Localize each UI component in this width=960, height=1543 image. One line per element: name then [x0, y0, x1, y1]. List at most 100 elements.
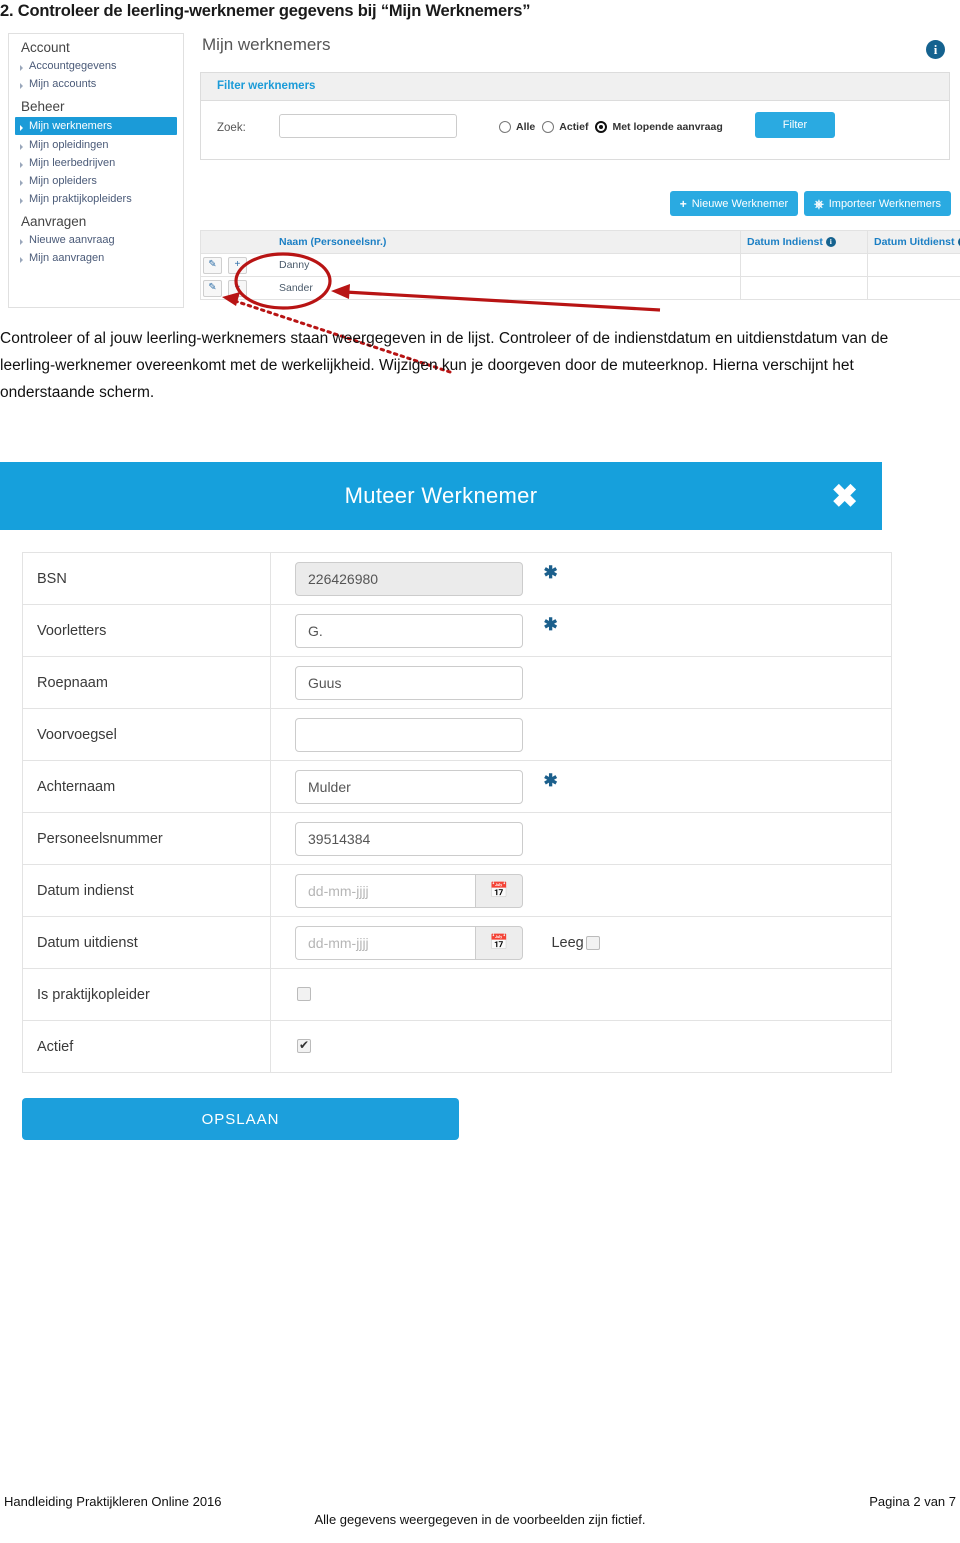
calendar-icon[interactable]: 📅	[475, 873, 523, 908]
leeg-checkbox[interactable]	[585, 935, 600, 950]
instruction-paragraph: Controleer of al jouw leerling-werknemer…	[0, 330, 889, 401]
close-icon[interactable]: ✖	[831, 480, 858, 512]
sidebar-item-mijn-werknemers[interactable]: Mijn werknemers	[15, 117, 177, 135]
cell-datum-indienst	[740, 276, 868, 300]
employee-form: BSN ✱ Voorletters ✱ Roepnaam	[22, 552, 892, 1073]
sidebar-item-mijn-opleidingen[interactable]: Mijn opleidingen	[9, 136, 183, 154]
value-actief	[270, 1020, 892, 1073]
cell-naam: Sander	[273, 276, 741, 300]
import-icon: ⎈	[814, 196, 824, 211]
sidebar-group-title-account: Account	[21, 40, 70, 55]
sidebar-group-title-aanvragen: Aanvragen	[21, 214, 87, 229]
value-bsn: ✱	[270, 552, 892, 605]
label-datum-uitdienst: Datum uitdienst	[22, 916, 271, 969]
radio-alle[interactable]	[499, 121, 511, 133]
th-datum-indienst[interactable]: Datum Indienst i	[740, 230, 868, 254]
filter-radio-group: Alle Actief Met lopende aanvraag	[495, 121, 723, 133]
label-roepnaam: Roepnaam	[22, 656, 271, 709]
footer-left-text: Handleiding Praktijkleren Online 2016	[4, 1494, 222, 1509]
cell-naam: Danny	[273, 253, 741, 277]
label-is-praktijkopleider: Is praktijkopleider	[22, 968, 271, 1021]
th-naam[interactable]: Naam (Personeelsnr.)	[273, 230, 741, 254]
plus-icon[interactable]: +	[227, 256, 247, 274]
pencil-icon[interactable]: ✎	[203, 279, 222, 297]
th-datum-uitdienst[interactable]: Datum Uitdiensti	[867, 230, 960, 254]
main-content: Mijn werknemers i Filter werknemers Zoek…	[196, 33, 960, 308]
plus-icon[interactable]: +	[227, 279, 247, 297]
voorvoegsel-field[interactable]	[295, 717, 523, 752]
value-personeelsnummer	[270, 812, 892, 865]
achternaam-field[interactable]	[295, 769, 523, 804]
modal-title: Muteer Werknemer	[344, 483, 538, 508]
cell-datum-uitdienst	[867, 276, 960, 300]
sidebar-item-mijn-aanvragen[interactable]: Mijn aanvragen	[9, 249, 183, 267]
search-input[interactable]	[279, 114, 457, 138]
employees-table: Naam (Personeelsnr.) Datum Indienst i Dat…	[200, 230, 960, 300]
filter-button[interactable]: Filter	[755, 112, 835, 138]
footer-center-text: Alle gegevens weergegeven in de voorbeel…	[314, 1512, 646, 1527]
bsn-field[interactable]	[295, 561, 523, 596]
form-row-roepnaam: Roepnaam	[22, 656, 892, 709]
datum-uitdienst-field[interactable]	[295, 925, 475, 960]
sidebar-item-accountgegevens[interactable]: Accountgegevens	[9, 57, 183, 75]
label-datum-indienst: Datum indienst	[22, 864, 271, 917]
form-row-voorletters: Voorletters ✱	[22, 604, 892, 657]
info-icon-datum-indienst[interactable]: i	[825, 237, 836, 247]
sidebar-item-mijn-praktijkopleiders[interactable]: Mijn praktijkopleiders	[9, 190, 183, 208]
sidebar-item-mijn-opleiders[interactable]: Mijn opleiders	[9, 172, 183, 190]
new-employee-button[interactable]: + Nieuwe Werknemer	[669, 191, 799, 216]
screenshot-mijn-werknemers: Account Accountgegevens Mijn accounts Be…	[0, 33, 960, 309]
value-datum-uitdienst: 📅 Leeg	[270, 916, 892, 969]
cell-datum-indienst	[740, 253, 868, 277]
actief-checkbox[interactable]	[297, 1038, 311, 1054]
filter-panel-title: Filter werknemers	[201, 73, 949, 101]
table-row: ✎ + Sander	[200, 276, 960, 300]
info-icon[interactable]: i	[926, 40, 945, 59]
leeg-group: Leeg	[551, 934, 600, 951]
personeelsnummer-field[interactable]	[295, 821, 523, 856]
sidebar-item-mijn-leerbedrijven[interactable]: Mijn leerbedrijven	[9, 154, 183, 172]
save-button[interactable]: OPSLAAN	[22, 1098, 459, 1140]
label-bsn: BSN	[22, 552, 271, 605]
radio-actief-label: Actief	[559, 121, 589, 133]
new-employee-label: Nieuwe Werknemer	[691, 197, 789, 210]
value-voorvoegsel	[270, 708, 892, 761]
sidebar-item-nieuwe-aanvraag[interactable]: Nieuwe aanvraag	[9, 231, 183, 249]
th-actions	[200, 230, 273, 254]
voorletters-field[interactable]	[295, 613, 523, 648]
pencil-icon[interactable]: ✎	[203, 256, 222, 274]
radio-met-lopende-aanvraag[interactable]	[595, 121, 608, 133]
form-row-is-praktijkopleider: Is praktijkopleider	[22, 968, 892, 1021]
page-title: 2. Controleer de leerling-werknemer gege…	[0, 2, 531, 20]
is-praktijkopleider-checkbox[interactable]	[297, 987, 311, 1002]
form-row-actief: Actief	[22, 1020, 892, 1073]
radio-met-lopende-aanvraag-label: Met lopende aanvraag	[612, 121, 723, 133]
datum-indienst-field[interactable]	[295, 873, 475, 908]
required-asterisk-icon: ✱	[543, 562, 558, 582]
value-datum-indienst: 📅	[270, 864, 892, 917]
value-roepnaam	[270, 656, 892, 709]
required-asterisk-icon: ✱	[543, 770, 558, 790]
sidebar: Account Accountgegevens Mijn accounts Be…	[8, 33, 184, 308]
footer-right-text: Pagina 2 van 7	[869, 1494, 956, 1509]
row-actions: ✎ +	[200, 276, 273, 300]
sidebar-group-title-beheer: Beheer	[21, 99, 65, 114]
sidebar-item-mijn-accounts[interactable]: Mijn accounts	[9, 75, 183, 93]
calendar-icon[interactable]: 📅	[475, 925, 523, 960]
value-achternaam: ✱	[270, 760, 892, 813]
radio-actief[interactable]	[542, 121, 555, 133]
label-voorvoegsel: Voorvoegsel	[22, 708, 271, 761]
filter-panel-body: Zoek: Alle Actief Met lopende aanvraag F…	[201, 101, 949, 160]
roepnaam-field[interactable]	[295, 665, 523, 700]
import-employees-button[interactable]: ⎈ Importeer Werknemers	[804, 191, 951, 216]
leeg-label: Leeg	[551, 934, 584, 951]
label-personeelsnummer: Personeelsnummer	[22, 812, 271, 865]
required-asterisk-icon: ✱	[543, 614, 558, 634]
th-datum-uitdienst-label: Datum Uitdienst	[874, 236, 955, 248]
label-voorletters: Voorletters	[22, 604, 271, 657]
modal-header: Muteer Werknemer ✖	[0, 462, 882, 530]
form-row-personeelsnummer: Personeelsnummer	[22, 812, 892, 865]
page-footer: Handleiding Praktijkleren Online 2016 Pa…	[0, 1494, 960, 1527]
content-heading: Mijn werknemers	[202, 35, 331, 54]
radio-alle-label: Alle	[516, 121, 536, 133]
